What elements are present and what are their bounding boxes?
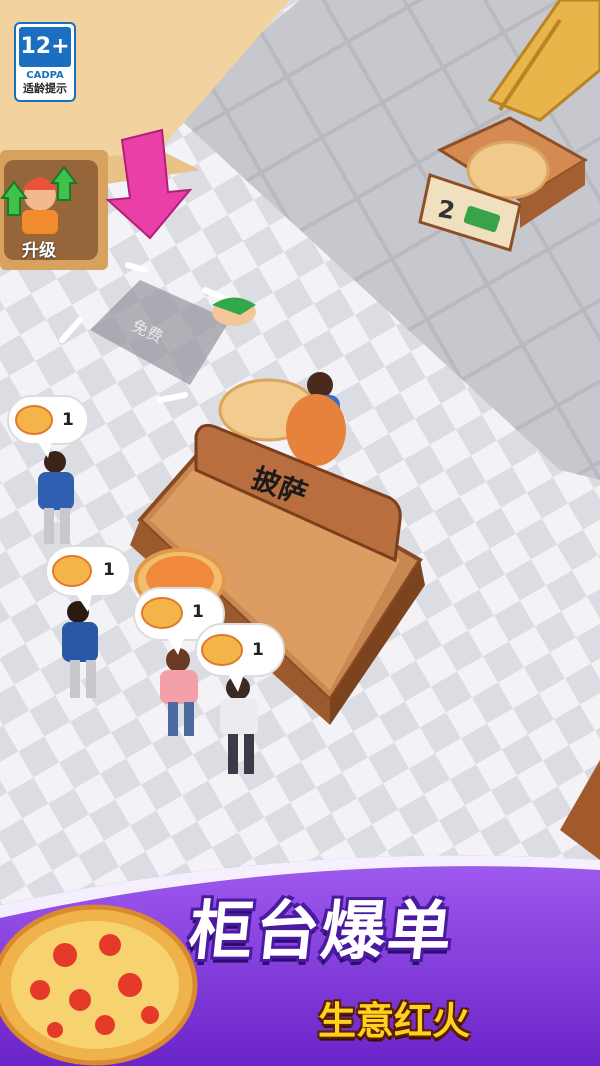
banner-subtitle: 生意红火 — [318, 999, 471, 1043]
pizza-icon — [52, 555, 92, 587]
pizza-icon — [201, 634, 243, 666]
pizza-icon — [15, 405, 53, 435]
order-count-1: 1 — [62, 410, 74, 430]
order-count-2: 1 — [103, 560, 115, 580]
order-count-4: 1 — [252, 640, 264, 660]
order-count-3: 1 — [192, 602, 204, 622]
age-rating-number: 12+ — [19, 27, 71, 67]
upgrade-label: 升级 — [22, 241, 56, 261]
pizza-base — [466, 140, 550, 200]
banner-title: 柜台爆单 — [185, 895, 458, 969]
age-rating-note: 适龄提示 — [23, 82, 67, 95]
age-rating-badge: 12+ CADPA 适龄提示 — [14, 22, 76, 102]
age-rating-org: CADPA — [26, 70, 64, 81]
pizza-icon — [141, 597, 183, 629]
